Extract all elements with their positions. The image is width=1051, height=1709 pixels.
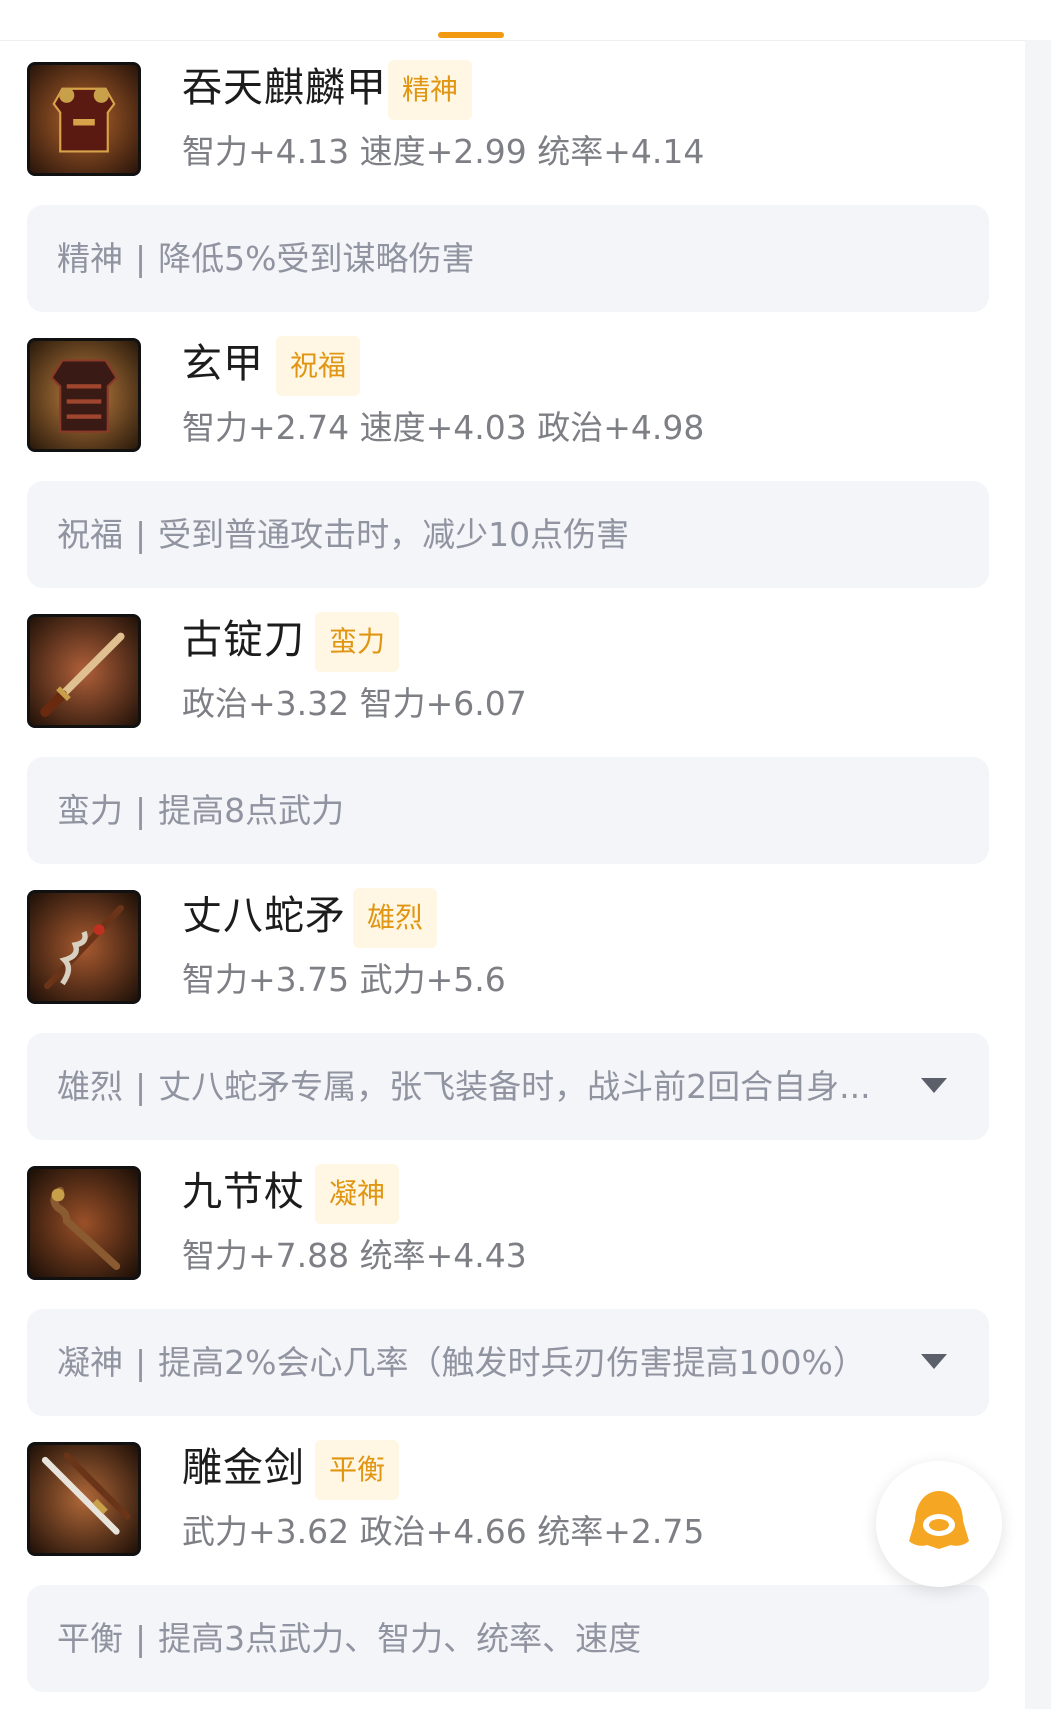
item-stats: 智力+2.74 速度+4.03 政治+4.98: [182, 408, 705, 447]
item-name: 九节杖: [182, 1169, 305, 1215]
item-name: 雕金剑: [182, 1445, 305, 1491]
item-stats: 政治+3.32 智力+6.07: [182, 684, 527, 723]
skill-badge: 平衡: [315, 1440, 400, 1500]
item-name: 玄甲: [182, 341, 264, 387]
list-item[interactable]: 古锭刀 蛮力 政治+3.32 智力+6.07 蛮力 | 提高8点武力: [0, 592, 1025, 868]
assistant-icon: [909, 1491, 969, 1549]
skill-label: 蛮力: [57, 791, 123, 830]
separator: |: [135, 239, 147, 278]
list-item[interactable]: 雕金剑 平衡 武力+3.62 政治+4.66 统率+2.75 平衡 | 提高3点武力…: [0, 1420, 1025, 1696]
active-tab-indicator: [438, 32, 504, 38]
scrollbar-track[interactable]: [1025, 40, 1051, 1709]
equipment-list: 吞天麒麟甲 精神 智力+4.13 速度+2.99 统率+4.14 精神 | 降低5%…: [0, 40, 1025, 1696]
list-item[interactable]: 吞天麒麟甲 精神 智力+4.13 速度+2.99 统率+4.14 精神 | 降低5%…: [0, 40, 1025, 316]
chevron-down-icon[interactable]: [919, 1075, 949, 1095]
separator: |: [135, 1619, 147, 1658]
item-stats: 智力+4.13 速度+2.99 统率+4.14: [182, 132, 705, 171]
skill-label: 精神: [57, 239, 123, 278]
item-stats: 武力+3.62 政治+4.66 统率+2.75: [182, 1512, 705, 1551]
sword-icon: [27, 1442, 141, 1556]
assistant-fab-button[interactable]: [876, 1461, 1002, 1587]
skill-badge: 精神: [388, 60, 473, 120]
skill-description: 精神 | 降低5%受到谋略伤害: [27, 205, 989, 312]
chevron-down-icon[interactable]: [919, 1351, 949, 1371]
skill-description: 祝福 | 受到普通攻击时，减少10点伤害: [27, 481, 989, 588]
armor-icon: [27, 338, 141, 452]
separator: |: [135, 1067, 147, 1106]
separator: |: [135, 515, 147, 554]
list-item[interactable]: 丈八蛇矛 雄烈 智力+3.75 武力+5.6 雄烈 | 丈八蛇矛专属，张飞装备时，战…: [0, 868, 1025, 1144]
skill-description[interactable]: 雄烈 | 丈八蛇矛专属，张飞装备时，战斗前2回合自身...: [27, 1033, 989, 1140]
skill-label: 平衡: [57, 1619, 123, 1658]
skill-text: 提高2%会心几率（触发时兵刃伤害提高100%）: [158, 1343, 866, 1382]
skill-text: 提高8点武力: [158, 791, 345, 830]
sword-icon: [27, 614, 141, 728]
item-name: 吞天麒麟甲: [182, 65, 387, 111]
list-item[interactable]: 玄甲 祝福 智力+2.74 速度+4.03 政治+4.98 祝福 | 受到普通攻击时…: [0, 316, 1025, 592]
skill-badge: 蛮力: [315, 612, 400, 672]
list-item[interactable]: 九节杖 凝神 智力+7.88 统率+4.43 凝神 | 提高2%会心几率（触发时兵刃…: [0, 1144, 1025, 1420]
skill-text: 提高3点武力、智力、统率、速度: [158, 1619, 642, 1658]
skill-description: 平衡 | 提高3点武力、智力、统率、速度: [27, 1585, 989, 1692]
item-stats: 智力+3.75 武力+5.6: [182, 960, 506, 999]
item-name: 古锭刀: [182, 617, 305, 663]
tab-bar: [0, 0, 1051, 41]
skill-text: 丈八蛇矛专属，张飞装备时，战斗前2回合自身...: [158, 1067, 871, 1106]
item-stats: 智力+7.88 统率+4.43: [182, 1236, 527, 1275]
item-name: 丈八蛇矛: [182, 893, 346, 939]
armor-icon: [27, 62, 141, 176]
skill-label: 祝福: [57, 515, 123, 554]
skill-badge: 凝神: [315, 1164, 400, 1224]
skill-label: 凝神: [57, 1343, 123, 1382]
separator: |: [135, 1343, 147, 1382]
skill-label: 雄烈: [57, 1067, 123, 1106]
skill-badge: 祝福: [276, 336, 361, 396]
skill-description[interactable]: 凝神 | 提高2%会心几率（触发时兵刃伤害提高100%）: [27, 1309, 989, 1416]
separator: |: [135, 791, 147, 830]
staff-icon: [27, 1166, 141, 1280]
spear-icon: [27, 890, 141, 1004]
skill-badge: 雄烈: [353, 888, 438, 948]
skill-text: 降低5%受到谋略伤害: [158, 239, 475, 278]
skill-text: 受到普通攻击时，减少10点伤害: [158, 515, 630, 554]
skill-description: 蛮力 | 提高8点武力: [27, 757, 989, 864]
